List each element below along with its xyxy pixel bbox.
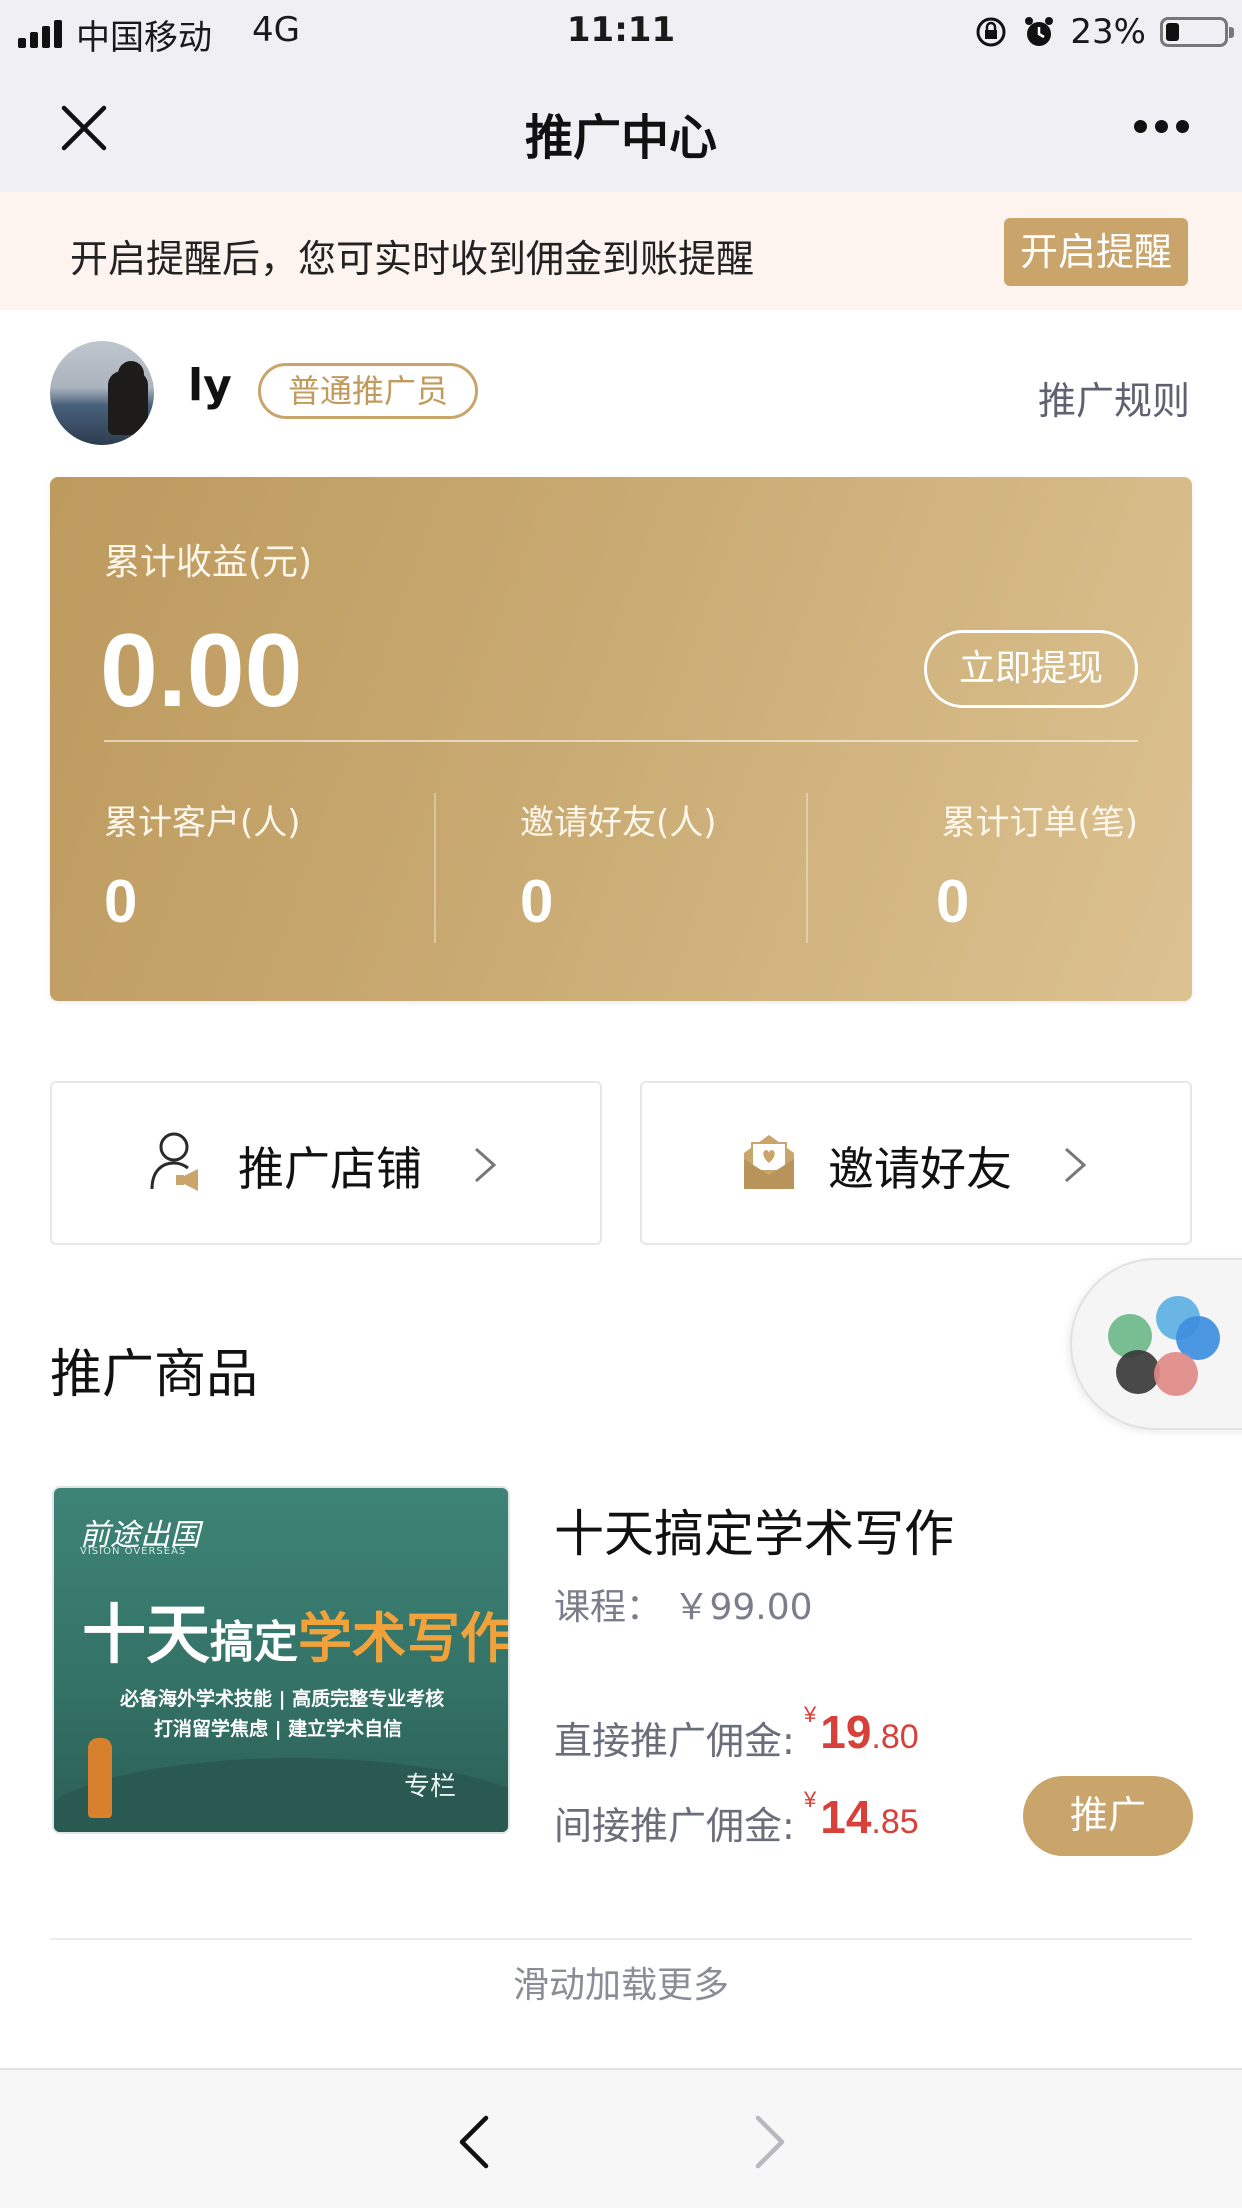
invite-friends-card[interactable]: 邀请好友 [640, 1081, 1192, 1245]
invite-friends-label: 邀请好友 [828, 1142, 1012, 1196]
back-arrow-icon[interactable] [452, 2112, 496, 2172]
chevron-right-icon [475, 1147, 497, 1183]
status-bar: 中国移动 4G 11:11 23% [0, 0, 1242, 64]
level-badge: 普通推广员 [258, 363, 478, 419]
floating-app-button[interactable] [1070, 1258, 1242, 1430]
nav-bar: 推广中心 [0, 64, 1242, 192]
indirect-commission-label: 间接推广佣金: [554, 1804, 795, 1848]
earnings-amount: 0.00 [100, 613, 303, 729]
commission-integer: 14 [820, 1791, 872, 1843]
stat-orders-value: 0 [936, 868, 970, 935]
alarm-icon [1025, 17, 1054, 46]
earnings-divider [104, 740, 1138, 742]
product-price: 课程： ￥99.00 [554, 1587, 813, 1628]
rules-link[interactable]: 推广规则 [1038, 370, 1190, 425]
page-title: 推广中心 [524, 110, 717, 166]
promote-button[interactable]: 推广 [1023, 1776, 1193, 1856]
avatar[interactable] [50, 341, 154, 445]
section-title: 推广商品 [50, 1345, 259, 1405]
thumb-line2: 打消留学焦虑 | 建立学术自信 [154, 1718, 403, 1740]
indirect-commission-value: ¥14.85 [804, 1787, 919, 1844]
chevron-right-icon [1065, 1147, 1087, 1183]
currency-symbol: ¥ [804, 1787, 817, 1812]
status-right: 23% [974, 10, 1234, 54]
product-thumbnail[interactable]: 前途出国 VISION OVERSEAS 十天搞定学术写作 必备海外学术技能 |… [52, 1486, 510, 1834]
list-divider [50, 1938, 1192, 1940]
thumb-line1: 必备海外学术技能 | 高质完整专业考核 [120, 1688, 445, 1710]
stat-separator [806, 793, 808, 943]
commission-decimal: .85 [871, 1803, 919, 1841]
promote-shop-label: 推广店铺 [238, 1142, 422, 1196]
envelope-heart-icon [744, 1135, 794, 1189]
stat-friends-label: 邀请好友(人) [520, 803, 717, 843]
reminder-text: 开启提醒后，您可实时收到佣金到账提醒 [70, 237, 755, 281]
withdraw-button[interactable]: 立即提现 [924, 630, 1138, 708]
commission-decimal: .80 [871, 1718, 919, 1756]
forward-arrow-icon[interactable] [748, 2112, 792, 2172]
thumb-logo-sub: VISION OVERSEAS [80, 1546, 187, 1557]
thumb-title-part2: 搞定 [210, 1617, 298, 1668]
stat-orders-label: 累计订单(笔) [941, 803, 1138, 843]
stat-friends-value: 0 [520, 868, 554, 935]
battery-icon [1160, 17, 1234, 47]
battery-fill [1166, 23, 1179, 41]
person-megaphone-icon [150, 1132, 198, 1191]
earnings-label: 累计收益(元) [104, 542, 313, 583]
promote-shop-card[interactable]: 推广店铺 [50, 1081, 602, 1245]
thumb-title-part1: 十天 [82, 1599, 210, 1673]
more-icon[interactable] [1134, 120, 1190, 136]
browser-toolbar [0, 2068, 1242, 2208]
direct-commission-value: ¥19.80 [804, 1702, 919, 1759]
username: ly [188, 360, 232, 411]
stat-customers-label: 累计客户(人) [104, 803, 301, 843]
enable-reminder-button[interactable]: 开启提醒 [1004, 218, 1188, 286]
currency-symbol: ¥ [804, 1702, 817, 1727]
rotation-lock-icon [976, 17, 1006, 47]
thumb-title: 十天搞定学术写作 [82, 1584, 510, 1676]
stat-customers-value: 0 [104, 868, 138, 935]
thumb-person [88, 1738, 112, 1818]
thumb-title-part3: 学术写作 [298, 1607, 510, 1670]
product-title[interactable]: 十天搞定学术写作 [554, 1494, 954, 1566]
commission-integer: 19 [820, 1706, 872, 1758]
float-dot [1154, 1352, 1198, 1396]
thumb-tag: 专栏 [404, 1772, 457, 1802]
battery-percent: 23% [1070, 12, 1146, 52]
load-more-text: 滑动加载更多 [512, 1965, 729, 2006]
direct-commission-label: 直接推广佣金: [554, 1719, 795, 1763]
reminder-banner: 开启提醒后，您可实时收到佣金到账提醒 开启提醒 [0, 192, 1242, 310]
stat-separator [434, 793, 436, 943]
earnings-card: 累计收益(元) 0.00 立即提现 累计客户(人) 0 邀请好友(人) 0 累计… [50, 477, 1192, 1001]
